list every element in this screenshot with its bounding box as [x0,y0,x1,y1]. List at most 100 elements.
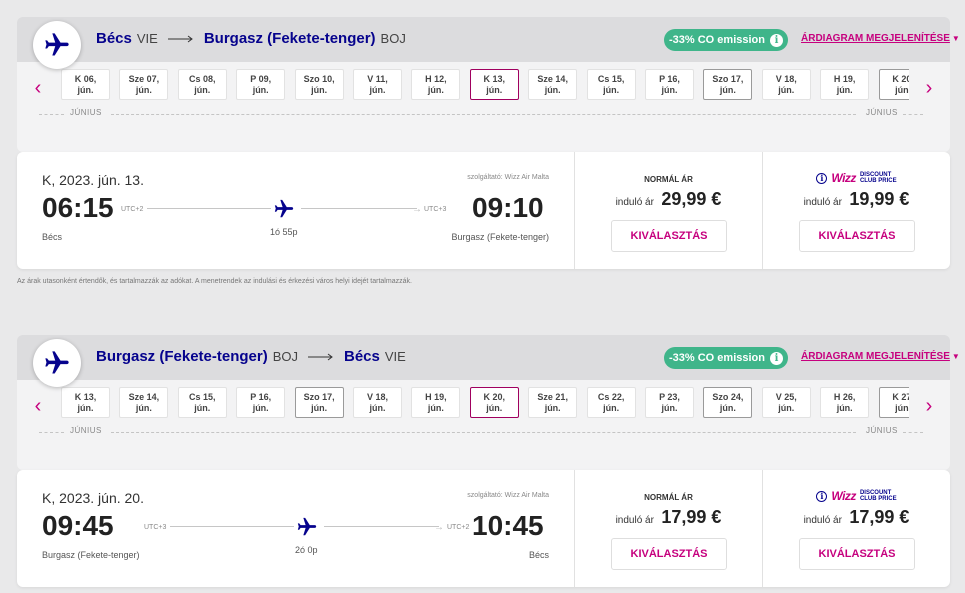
date-option[interactable]: V 18, jún. [761,69,811,100]
date-option[interactable]: Szo 24, jún. [703,387,753,418]
prev-dates-chevron-icon[interactable]: ‹ [29,76,47,100]
date-option[interactable]: Cs 15, jún. [586,69,636,100]
date-month: jún. [836,403,853,413]
date-day: V 25, [775,392,797,402]
date-day: Sze 14, [128,392,160,402]
date-option[interactable]: V 25, jún. [761,387,811,418]
price-row: induló ár 29,99 € [575,189,762,210]
route-arrow-icon [167,35,194,43]
date-month: jún. [544,403,561,413]
select-normal-price-button[interactable]: KIVÁLASZTÁS [611,220,727,252]
month-divider [903,432,923,433]
flight-line [324,526,439,527]
co-emission-badge[interactable]: -33% CO emission i [664,29,788,51]
plane-icon [45,351,69,374]
info-icon[interactable]: i [816,172,828,184]
departure-utc: UTC+2 [121,206,144,213]
date-option[interactable]: H 19, jún. [820,69,870,100]
date-option[interactable]: K 27,jún. [878,387,909,418]
date-day: V 18, [775,74,797,84]
date-month: jún. [486,403,503,413]
date-option[interactable]: K 06, jún. [61,69,110,100]
departure-time: 06:15 [42,192,114,223]
date-day: H 19, [425,392,447,402]
date-option[interactable]: Szo 17, jún. [703,69,753,100]
date-option[interactable]: V 11, jún. [353,69,402,100]
date-option[interactable]: Szo 17, jún. [294,387,344,418]
club-logo-text: DISCOUNT CLUB PRICE [860,490,897,502]
club-logo-line2: CLUB PRICE [859,496,897,502]
date-option[interactable]: Sze 14, jún. [119,387,169,418]
departure-city: Burgasz (Fekete-tenger) [42,550,140,560]
date-day: K 13, [74,392,97,402]
route-text: Burgasz (Fekete-tenger) BOJ Bécs VIE [96,348,406,365]
date-month: jún. [661,403,678,413]
date-option[interactable]: K 13, jún. [61,387,110,418]
date-month: jún. [661,85,678,95]
date-month: jún. [311,85,328,95]
club-logo-text: DISCOUNT CLUB PRICE [860,172,897,184]
date-option[interactable]: P 09, jún. [236,69,286,100]
date-option[interactable]: K 20,jún. [469,387,519,418]
co-emission-badge[interactable]: -33% CO emission i [664,347,788,369]
prev-dates-chevron-icon[interactable]: ‹ [29,394,47,418]
date-month: jún. [77,403,94,413]
select-normal-price-button[interactable]: KIVÁLASZTÁS [611,538,727,570]
select-club-price-button[interactable]: KIVÁLASZTÁS [799,220,915,252]
date-day: K 20, [892,74,909,84]
info-icon[interactable]: i [769,351,783,365]
date-option[interactable]: K 20,jún. [878,69,909,100]
date-month: jún. [369,85,386,95]
date-option[interactable]: H 12, jún. [411,69,461,100]
plane-badge [33,339,81,387]
date-option[interactable]: H 26, jún. [820,387,870,418]
date-option[interactable]: K 13, jún. [469,69,519,100]
month-divider [903,114,923,115]
date-option[interactable]: P 23, jún. [645,387,694,418]
flight-line [147,208,271,209]
date-day: Szo 24, [712,392,744,402]
date-option[interactable]: Cs 08, jún. [177,69,227,100]
info-icon[interactable]: i [816,490,828,502]
date-month: jún. [778,85,795,95]
date-option[interactable]: Sze 07, jún. [119,69,169,100]
date-month: jún. [194,403,211,413]
next-dates-chevron-icon[interactable]: › [920,76,938,100]
date-month: jún. [77,85,94,95]
destination-code: BOJ [380,31,406,46]
origin-city: Bécs [96,30,132,47]
date-day: H 19, [833,74,856,84]
date-option[interactable]: Sze 14, jún. [528,69,578,100]
date-month: jún. [135,85,152,95]
destination-code: VIE [384,349,406,364]
date-option[interactable]: Cs 22, jún. [586,387,636,418]
arrival-time: 10:45 [472,510,544,541]
dates-window: K 13, jún. Sze 14, jún. Cs 15, jún. P 16, jún. S… [59,387,909,423]
date-month: jún. [427,403,444,413]
flight-line [170,526,294,527]
info-icon[interactable]: i [769,33,783,47]
price-value: 17,99 € [849,507,910,527]
next-dates-chevron-icon[interactable]: › [920,394,938,418]
select-club-price-button[interactable]: KIVÁLASZTÁS [799,538,915,570]
plane-icon [297,517,317,536]
date-day: V 11, [367,74,388,84]
date-option[interactable]: P 16, jún. [236,387,286,418]
route-header: Bécs VIE Burgasz (Fekete-tenger) BOJ -33… [17,17,960,69]
co-emission-label: -33% CO emission [669,352,765,364]
price-row: induló ár 19,99 € [763,189,950,210]
origin-city: Burgasz (Fekete-tenger) [96,348,268,365]
flight-line [301,208,417,209]
date-option[interactable]: Sze 21, jún. [528,387,578,418]
date-option[interactable]: Cs 15, jún. [177,387,227,418]
price-chart-link[interactable]: ÁRDIAGRAM MEGJELENÍTÉSE ▼ [801,351,960,362]
club-price-column: i Wizz DISCOUNT CLUB PRICE induló ár 17,… [763,470,950,587]
date-option[interactable]: V 18, jún. [353,387,402,418]
date-option[interactable]: P 16, jún. [645,69,694,100]
price-chart-link[interactable]: ÁRDIAGRAM MEGJELENÍTÉSE ▼ [801,33,960,44]
date-option[interactable]: H 19, jún. [411,387,461,418]
date-day: H 26, [833,392,856,402]
price-disclaimer: Az árak utasonként értendők, és tartalma… [17,278,412,285]
arrow-end-icon: → [412,204,422,215]
date-option[interactable]: Szo 10, jún. [294,69,344,100]
